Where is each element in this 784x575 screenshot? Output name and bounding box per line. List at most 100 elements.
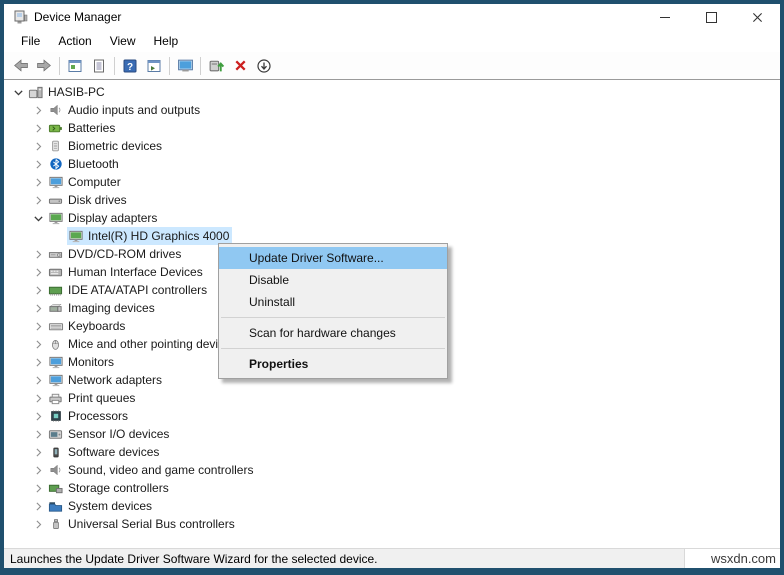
tree-item[interactable]: System devices — [4, 497, 780, 515]
printer-icon — [47, 391, 64, 406]
chevron-right-icon[interactable] — [30, 372, 47, 388]
properties-button[interactable] — [87, 55, 111, 77]
minimize-button[interactable] — [642, 4, 688, 30]
tree-item[interactable]: Software devices — [4, 443, 780, 461]
tree-item-content[interactable]: Computer — [47, 173, 124, 191]
tree-item-label: Audio inputs and outputs — [68, 103, 201, 117]
tree-item-content[interactable]: Biometric devices — [47, 137, 165, 155]
tree-item-content[interactable]: Keyboards — [47, 317, 128, 335]
tree-item-content[interactable]: Batteries — [47, 119, 118, 137]
tree-item-content[interactable]: HASIB-PC — [27, 83, 108, 101]
chevron-right-icon[interactable] — [30, 516, 47, 532]
tree-item-label: Imaging devices — [68, 301, 155, 315]
tree-item-content[interactable]: Monitors — [47, 353, 117, 371]
tree-item-content[interactable]: Sound, video and game controllers — [47, 461, 256, 479]
tree-item[interactable]: Bluetooth — [4, 155, 780, 173]
uninstall-button[interactable] — [228, 55, 252, 77]
tree-item[interactable]: Universal Serial Bus controllers — [4, 515, 780, 533]
back-button[interactable] — [8, 55, 32, 77]
chevron-right-icon[interactable] — [30, 498, 47, 514]
chevron-right-icon[interactable] — [30, 192, 47, 208]
tree-item-content[interactable]: IDE ATA/ATAPI controllers — [47, 281, 210, 299]
context-menu-item[interactable]: Uninstall — [219, 291, 447, 313]
toolbar: ? — [4, 52, 780, 80]
tree-item[interactable]: Processors — [4, 407, 780, 425]
tree-item-content[interactable]: Intel(R) HD Graphics 4000 — [67, 227, 233, 245]
help-button[interactable]: ? — [118, 55, 142, 77]
tree-item-content[interactable]: Audio inputs and outputs — [47, 101, 203, 119]
chevron-right-icon[interactable] — [30, 120, 47, 136]
menu-action[interactable]: Action — [49, 30, 100, 52]
tree-item-content[interactable]: Storage controllers — [47, 479, 172, 497]
menu-help[interactable]: Help — [145, 30, 188, 52]
back-icon — [13, 59, 28, 72]
chevron-right-icon[interactable] — [30, 282, 47, 298]
tree-item[interactable]: Display adapters — [4, 209, 780, 227]
tree-item-content[interactable]: Sensor I/O devices — [47, 425, 172, 443]
context-menu-item[interactable]: Update Driver Software... — [219, 247, 447, 269]
tree-item[interactable]: HASIB-PC — [4, 83, 780, 101]
chevron-right-icon[interactable] — [30, 246, 47, 262]
tree-item-content[interactable]: Mice and other pointing devices — [47, 335, 240, 353]
tree-item[interactable]: Print queues — [4, 389, 780, 407]
context-menu-item[interactable]: Disable — [219, 269, 447, 291]
chevron-right-icon[interactable] — [30, 444, 47, 460]
tree-item[interactable]: Sensor I/O devices — [4, 425, 780, 443]
forward-button[interactable] — [32, 55, 56, 77]
menu-view[interactable]: View — [101, 30, 145, 52]
chevron-right-icon[interactable] — [30, 408, 47, 424]
chevron-right-icon[interactable] — [30, 426, 47, 442]
tree-item-content[interactable]: Human Interface Devices — [47, 263, 206, 281]
tree-item-label: Processors — [68, 409, 129, 423]
export-list-button[interactable] — [142, 55, 166, 77]
chevron-right-icon[interactable] — [30, 264, 47, 280]
context-menu: Update Driver Software... Disable Uninstal… — [218, 243, 448, 379]
menu-separator — [221, 348, 445, 349]
toolbar-separator — [200, 56, 201, 75]
show-console-tree-button[interactable] — [63, 55, 87, 77]
chevron-down-icon[interactable] — [30, 210, 47, 226]
update-driver-software-button[interactable] — [204, 55, 228, 77]
tree-item-content[interactable]: Display adapters — [47, 209, 160, 227]
tree-item[interactable]: Computer — [4, 173, 780, 191]
chevron-right-icon[interactable] — [30, 300, 47, 316]
chevron-right-icon[interactable] — [30, 462, 47, 478]
tree-item-content[interactable]: Print queues — [47, 389, 138, 407]
tree-item-content[interactable]: DVD/CD-ROM drives — [47, 245, 184, 263]
tree-item[interactable]: Batteries — [4, 119, 780, 137]
tree-item-content[interactable]: Disk drives — [47, 191, 130, 209]
tree-item-content[interactable]: Universal Serial Bus controllers — [47, 515, 238, 533]
chevron-right-icon[interactable] — [30, 480, 47, 496]
tree-item-content[interactable]: System devices — [47, 497, 155, 515]
chevron-right-icon[interactable] — [30, 354, 47, 370]
chevron-right-icon[interactable] — [30, 390, 47, 406]
context-menu-item[interactable]: Scan for hardware changes — [219, 322, 447, 344]
maximize-button[interactable] — [688, 4, 734, 30]
tree-item-label: Storage controllers — [68, 481, 169, 495]
chevron-down-icon[interactable] — [10, 84, 27, 100]
chevron-right-icon[interactable] — [30, 156, 47, 172]
tree-item[interactable]: Biometric devices — [4, 137, 780, 155]
tree-item[interactable]: Disk drives — [4, 191, 780, 209]
tree-item[interactable]: Audio inputs and outputs — [4, 101, 780, 119]
chevron-right-icon[interactable] — [30, 318, 47, 334]
tree-item-content[interactable]: Bluetooth — [47, 155, 122, 173]
tree-item-content[interactable]: Processors — [47, 407, 131, 425]
tree-item-content[interactable]: Network adapters — [47, 371, 165, 389]
tree-item-content[interactable]: Imaging devices — [47, 299, 158, 317]
svg-text:?: ? — [127, 62, 133, 73]
watermark: wsxdn.com — [710, 551, 776, 566]
disable-button[interactable] — [252, 55, 276, 77]
chevron-right-icon[interactable] — [30, 138, 47, 154]
chevron-right-icon[interactable] — [30, 336, 47, 352]
chevron-right-icon[interactable] — [30, 102, 47, 118]
tree-item[interactable]: Sound, video and game controllers — [4, 461, 780, 479]
devices-by-type-button[interactable] — [173, 55, 197, 77]
close-button[interactable] — [734, 4, 780, 30]
tree-item-label: Display adapters — [68, 211, 158, 225]
menu-file[interactable]: File — [12, 30, 49, 52]
chevron-right-icon[interactable] — [30, 174, 47, 190]
tree-item[interactable]: Storage controllers — [4, 479, 780, 497]
context-menu-item[interactable]: Properties — [219, 353, 447, 375]
tree-item-content[interactable]: Software devices — [47, 443, 162, 461]
